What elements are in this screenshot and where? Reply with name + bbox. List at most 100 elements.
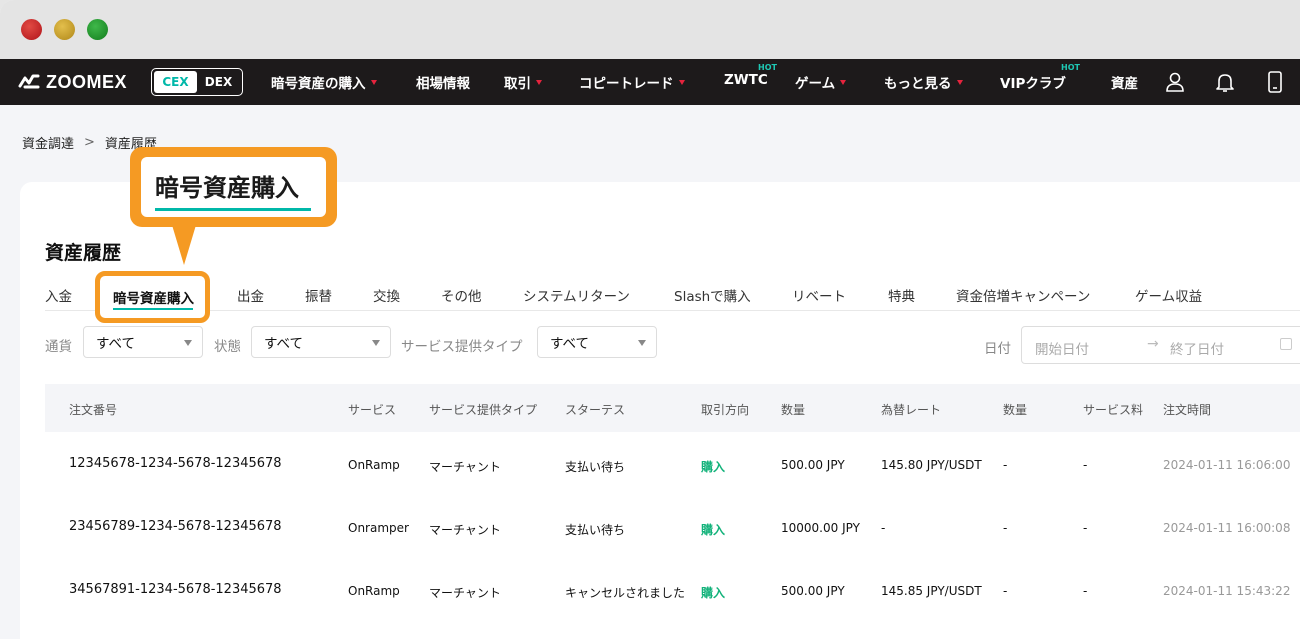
date-range-picker[interactable]: 開始日付 → 終了日付 bbox=[1021, 326, 1300, 364]
currency-select[interactable]: すべて bbox=[83, 326, 203, 358]
user-icon[interactable] bbox=[1165, 71, 1185, 93]
calendar-icon[interactable] bbox=[1280, 338, 1292, 350]
maximize-window-button[interactable] bbox=[87, 19, 108, 40]
order-number[interactable]: 12345678-1234-5678-12345678 bbox=[69, 456, 282, 471]
nav-label: もっと見る bbox=[884, 76, 952, 92]
service-type: マーチャント bbox=[429, 460, 501, 474]
nav-assets[interactable]: 資産 bbox=[1111, 72, 1138, 92]
nav-buy-crypto[interactable]: 暗号資産の購入 bbox=[271, 72, 377, 92]
col-service: サービス bbox=[348, 403, 397, 417]
tab-rebate[interactable]: リベート bbox=[792, 285, 846, 305]
zoomex-logo-icon bbox=[18, 74, 40, 89]
tab-exchange[interactable]: 交換 bbox=[373, 285, 400, 305]
tab-slash-purchase[interactable]: Slashで購入 bbox=[674, 285, 751, 305]
nav-label: 取引 bbox=[504, 76, 531, 92]
tab-other[interactable]: その他 bbox=[441, 285, 482, 305]
tab-crypto-purchase[interactable]: 暗号資産購入 bbox=[113, 287, 194, 307]
tab-transfer[interactable]: 振替 bbox=[305, 285, 332, 305]
nav-label: 資産 bbox=[1111, 76, 1138, 92]
nav-vip-club[interactable]: VIPクラブ HOT bbox=[1000, 63, 1080, 92]
breadcrumb-chevron-icon: > bbox=[84, 135, 95, 150]
active-tab-underline bbox=[113, 308, 193, 310]
nav-zwtc[interactable]: ZWTC HOT bbox=[724, 63, 777, 88]
caret-down-icon bbox=[678, 79, 685, 85]
history-tabs: 入金 出金 振替 交換 その他 システムリターン Slashで購入 リベート 特… bbox=[45, 285, 1300, 311]
date-filter-label: 日付 bbox=[984, 341, 1011, 357]
quantity: - bbox=[1003, 521, 1008, 535]
service-fee: - bbox=[1083, 584, 1088, 598]
nav-games[interactable]: ゲーム bbox=[795, 72, 847, 92]
order-time: 2024-01-11 16:06:00 bbox=[1163, 458, 1291, 472]
tab-double-campaign[interactable]: 資金倍増キャンペーン bbox=[956, 285, 1090, 305]
start-date-input[interactable]: 開始日付 bbox=[1035, 338, 1089, 358]
caret-down-icon bbox=[370, 79, 377, 85]
service-type-select-value: すべて bbox=[550, 336, 590, 352]
end-date-input[interactable]: 終了日付 bbox=[1170, 338, 1224, 358]
dropdown-arrow-icon bbox=[638, 340, 646, 346]
order-number[interactable]: 23456789-1234-5678-12345678 bbox=[69, 519, 282, 534]
currency-select-value: すべて bbox=[96, 336, 136, 352]
service-type-select[interactable]: すべて bbox=[537, 326, 657, 358]
nav-label: コピートレード bbox=[579, 76, 674, 92]
service: OnRamp bbox=[348, 584, 400, 598]
cex-dex-switch[interactable]: CEX DEX bbox=[151, 68, 243, 96]
col-amount: 数量 bbox=[781, 403, 806, 417]
nav-label: ZWTC bbox=[724, 72, 768, 88]
tab-system-return[interactable]: システムリターン bbox=[523, 285, 630, 305]
mobile-icon[interactable] bbox=[1265, 71, 1285, 93]
status: 支払い待ち bbox=[565, 523, 626, 537]
nav-more[interactable]: もっと見る bbox=[884, 72, 963, 92]
nav-copy-trade[interactable]: コピートレード bbox=[579, 72, 685, 92]
caret-down-icon bbox=[536, 79, 542, 85]
hot-badge: HOT bbox=[758, 63, 777, 72]
browser-window: ZOOMEX CEX DEX 暗号資産の購入 相場情報 取引 コピートレード Z… bbox=[0, 0, 1300, 639]
order-time: 2024-01-11 16:00:08 bbox=[1163, 521, 1291, 535]
col-direction: 取引方向 bbox=[701, 403, 750, 417]
quantity: - bbox=[1003, 458, 1008, 472]
page-title: 資産履歴 bbox=[45, 242, 122, 264]
service-type: マーチャント bbox=[429, 523, 501, 537]
status: 支払い待ち bbox=[565, 460, 626, 474]
amount: 500.00 JPY bbox=[781, 584, 845, 598]
nav-trade[interactable]: 取引 bbox=[504, 72, 542, 92]
tab-bonus[interactable]: 特典 bbox=[888, 285, 915, 305]
caret-down-icon bbox=[840, 79, 847, 85]
service-fee: - bbox=[1083, 458, 1088, 472]
col-order-number: 注文番号 bbox=[69, 403, 118, 417]
tab-game-earnings[interactable]: ゲーム収益 bbox=[1135, 285, 1202, 305]
tab-deposit[interactable]: 入金 bbox=[45, 285, 72, 305]
caret-down-icon bbox=[956, 79, 963, 85]
dropdown-arrow-icon bbox=[372, 340, 380, 346]
bell-icon[interactable] bbox=[1215, 71, 1235, 93]
service-fee: - bbox=[1083, 521, 1088, 535]
nav-label: 暗号資産の購入 bbox=[271, 76, 366, 92]
order-time: 2024-01-11 15:43:22 bbox=[1163, 584, 1291, 598]
close-window-button[interactable] bbox=[21, 19, 42, 40]
cex-toggle[interactable]: CEX bbox=[154, 71, 197, 93]
nav-markets[interactable]: 相場情報 bbox=[416, 72, 470, 92]
col-service-fee: サービス料 bbox=[1083, 403, 1144, 417]
tab-withdraw[interactable]: 出金 bbox=[237, 285, 264, 305]
order-number[interactable]: 34567891-1234-5678-12345678 bbox=[69, 582, 282, 597]
zoomex-logo[interactable]: ZOOMEX bbox=[18, 70, 127, 94]
col-order-time: 注文時間 bbox=[1163, 403, 1212, 417]
nav-label: 相場情報 bbox=[416, 76, 470, 92]
service: Onramper bbox=[348, 521, 409, 535]
dropdown-arrow-icon bbox=[184, 340, 192, 346]
status-select[interactable]: すべて bbox=[251, 326, 391, 358]
col-service-type: サービス提供タイプ bbox=[429, 403, 538, 417]
exchange-rate: - bbox=[881, 521, 886, 535]
direction: 購入 bbox=[701, 586, 726, 600]
logo-text: ZOOMEX bbox=[46, 71, 128, 92]
top-navbar: ZOOMEX CEX DEX 暗号資産の購入 相場情報 取引 コピートレード Z… bbox=[0, 59, 1300, 105]
nav-label: ゲーム bbox=[795, 76, 836, 92]
col-status: スターテス bbox=[565, 403, 626, 417]
minimize-window-button[interactable] bbox=[54, 19, 75, 40]
dex-toggle[interactable]: DEX bbox=[197, 71, 240, 93]
service: OnRamp bbox=[348, 458, 400, 472]
breadcrumb-parent[interactable]: 資金調達 bbox=[22, 133, 74, 152]
callout-label: 暗号資産購入 bbox=[155, 174, 299, 202]
amount: 500.00 JPY bbox=[781, 458, 845, 472]
window-titlebar bbox=[0, 0, 1300, 59]
exchange-rate: 145.85 JPY/USDT bbox=[881, 584, 982, 598]
